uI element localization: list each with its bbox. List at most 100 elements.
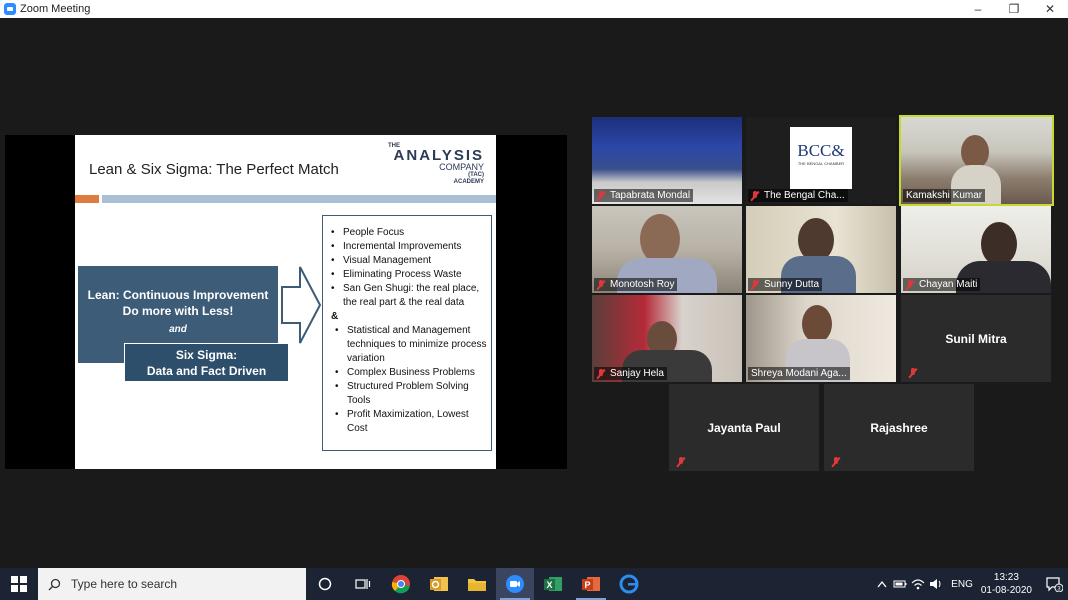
participant-name-label: Tapabrata Mondal xyxy=(594,189,694,202)
task-view-button[interactable] xyxy=(344,568,382,600)
powerpoint-icon: P xyxy=(582,577,600,591)
search-placeholder: Type here to search xyxy=(71,577,178,591)
excel-icon: X xyxy=(544,577,562,591)
mic-muted-icon xyxy=(751,279,759,290)
participant-name-label: Chayan Maiti xyxy=(903,278,981,291)
logo-name: ANALYSIS xyxy=(393,147,484,164)
svg-text:P: P xyxy=(585,580,591,590)
window-controls: – ❐ ✕ xyxy=(960,0,1068,18)
notification-icon: 3 xyxy=(1046,577,1063,592)
window-title: Zoom Meeting xyxy=(20,3,91,15)
participant-tile-rajashree[interactable]: Rajashree xyxy=(824,384,974,471)
cortana-circle-icon xyxy=(318,577,332,591)
accent-bar-blue xyxy=(102,195,496,203)
battery-button[interactable] xyxy=(891,568,909,600)
svg-text:X: X xyxy=(547,580,553,590)
cortana-button[interactable] xyxy=(306,568,344,600)
bcc-logo: BCC& THE BENGAL CHAMBER xyxy=(790,127,852,189)
search-icon xyxy=(48,578,61,590)
powerpoint-button[interactable]: P xyxy=(572,568,610,600)
minimize-button[interactable]: – xyxy=(960,0,996,18)
clock-time: 13:23 xyxy=(993,572,1019,583)
lean-bullet-list: People Focus Incremental Improvements Vi… xyxy=(331,226,487,310)
wifi-icon xyxy=(911,579,925,590)
system-tray: ENG 13:23 01-08-2020 3 xyxy=(873,568,1068,600)
volume-button[interactable] xyxy=(927,568,945,600)
meeting-stage: Lean & Six Sigma: The Perfect Match THE … xyxy=(0,18,1068,568)
sigma-bullet-list: Statistical and Management techniques to… xyxy=(331,324,487,436)
mic-muted-icon xyxy=(597,190,605,201)
list-item: Profit Maximization, Lowest Cost xyxy=(331,408,487,436)
zoom-app-icon xyxy=(4,3,16,15)
company-logo: THE ANALYSIS COMPANY (TAC) ACADEMY xyxy=(384,143,484,186)
edge-icon xyxy=(619,574,639,594)
list-item: Complex Business Problems xyxy=(331,366,487,380)
participant-tile-monotosh[interactable]: Monotosh Roy xyxy=(592,206,742,293)
chevron-up-icon xyxy=(877,580,887,588)
participant-name-label: Kamakshi Kumar xyxy=(903,189,986,202)
language-indicator[interactable]: ENG xyxy=(951,579,973,590)
participant-tile-chayan[interactable]: Chayan Maiti xyxy=(901,206,1051,293)
ampersand-separator: & xyxy=(331,311,339,322)
mic-muted-icon xyxy=(832,457,840,467)
participant-name-center: Rajashree xyxy=(870,420,928,435)
zoom-icon xyxy=(506,575,524,593)
right-arrow-icon xyxy=(281,266,322,344)
mic-muted-icon xyxy=(597,368,605,379)
participant-tile-shreya[interactable]: Shreya Modani Aga... xyxy=(746,295,896,382)
list-item: Structured Problem Solving Tools xyxy=(331,380,487,408)
participant-tile-kamakshi[interactable]: Kamakshi Kumar xyxy=(899,115,1054,206)
participant-name-center: Sunil Mitra xyxy=(945,331,1007,346)
participant-name-label: Shreya Modani Aga... xyxy=(748,367,850,380)
list-item: People Focus xyxy=(331,226,487,240)
edge-button[interactable] xyxy=(610,568,648,600)
chrome-button[interactable] xyxy=(382,568,420,600)
participant-tile-sunny[interactable]: Sunny Dutta xyxy=(746,206,896,293)
participant-tile-sunil[interactable]: Sunil Mitra xyxy=(901,295,1051,382)
accent-bar-orange xyxy=(75,195,99,203)
file-explorer-button[interactable] xyxy=(458,568,496,600)
wifi-button[interactable] xyxy=(909,568,927,600)
list-item: Statistical and Management techniques to… xyxy=(331,324,487,366)
list-item: Eliminating Process Waste xyxy=(331,268,487,282)
shared-screen[interactable]: Lean & Six Sigma: The Perfect Match THE … xyxy=(5,135,567,469)
taskbar-clock[interactable]: 13:23 01-08-2020 xyxy=(981,571,1032,597)
window-title-bar: Zoom Meeting – ❐ ✕ xyxy=(0,0,1068,18)
close-button[interactable]: ✕ xyxy=(1032,0,1068,18)
outlook-button[interactable] xyxy=(420,568,458,600)
excel-button[interactable]: X xyxy=(534,568,572,600)
list-item: San Gen Shugi: the real place, the real … xyxy=(331,282,487,310)
windows-logo-icon xyxy=(11,576,27,592)
battery-icon xyxy=(893,580,907,588)
mic-muted-icon xyxy=(677,457,685,467)
speaker-icon xyxy=(930,579,941,589)
participant-tile-sanjay[interactable]: Sanjay Hela xyxy=(592,295,742,382)
participant-name-center: Jayanta Paul xyxy=(707,420,781,435)
mic-muted-icon xyxy=(909,368,917,378)
participant-tile-bengal-chamber[interactable]: BCC& THE BENGAL CHAMBER The Bengal Cha..… xyxy=(746,117,896,204)
show-hidden-icons-button[interactable] xyxy=(873,568,891,600)
six-sigma-box: Six Sigma: Data and Fact Driven xyxy=(124,343,289,382)
list-item: Visual Management xyxy=(331,254,487,268)
taskbar-search-box[interactable]: Type here to search xyxy=(38,568,306,600)
restore-button[interactable]: ❐ xyxy=(996,0,1032,18)
task-view-icon xyxy=(355,579,371,589)
windows-taskbar: Type here to search X P ENG 13:23 01-08-… xyxy=(0,568,1068,600)
chrome-icon xyxy=(391,575,410,594)
participant-name-label: Sunny Dutta xyxy=(748,278,823,291)
start-button[interactable] xyxy=(0,568,38,600)
mic-muted-icon xyxy=(906,279,914,290)
slide-title: Lean & Six Sigma: The Perfect Match xyxy=(89,161,339,178)
folder-icon xyxy=(468,579,486,591)
zoom-taskbar-button[interactable] xyxy=(496,568,534,600)
list-item: Incremental Improvements xyxy=(331,240,487,254)
mic-muted-icon xyxy=(751,190,759,201)
participant-name-label: The Bengal Cha... xyxy=(748,189,848,202)
bullets-box: People Focus Incremental Improvements Vi… xyxy=(322,215,492,451)
action-center-button[interactable]: 3 xyxy=(1040,568,1068,600)
participant-name-label: Monotosh Roy xyxy=(594,278,678,291)
mic-muted-icon xyxy=(597,279,605,290)
outlook-icon xyxy=(430,577,448,591)
participant-tile-jayanta[interactable]: Jayanta Paul xyxy=(669,384,819,471)
participant-tile-tapabrata[interactable]: Tapabrata Mondal xyxy=(592,117,742,204)
